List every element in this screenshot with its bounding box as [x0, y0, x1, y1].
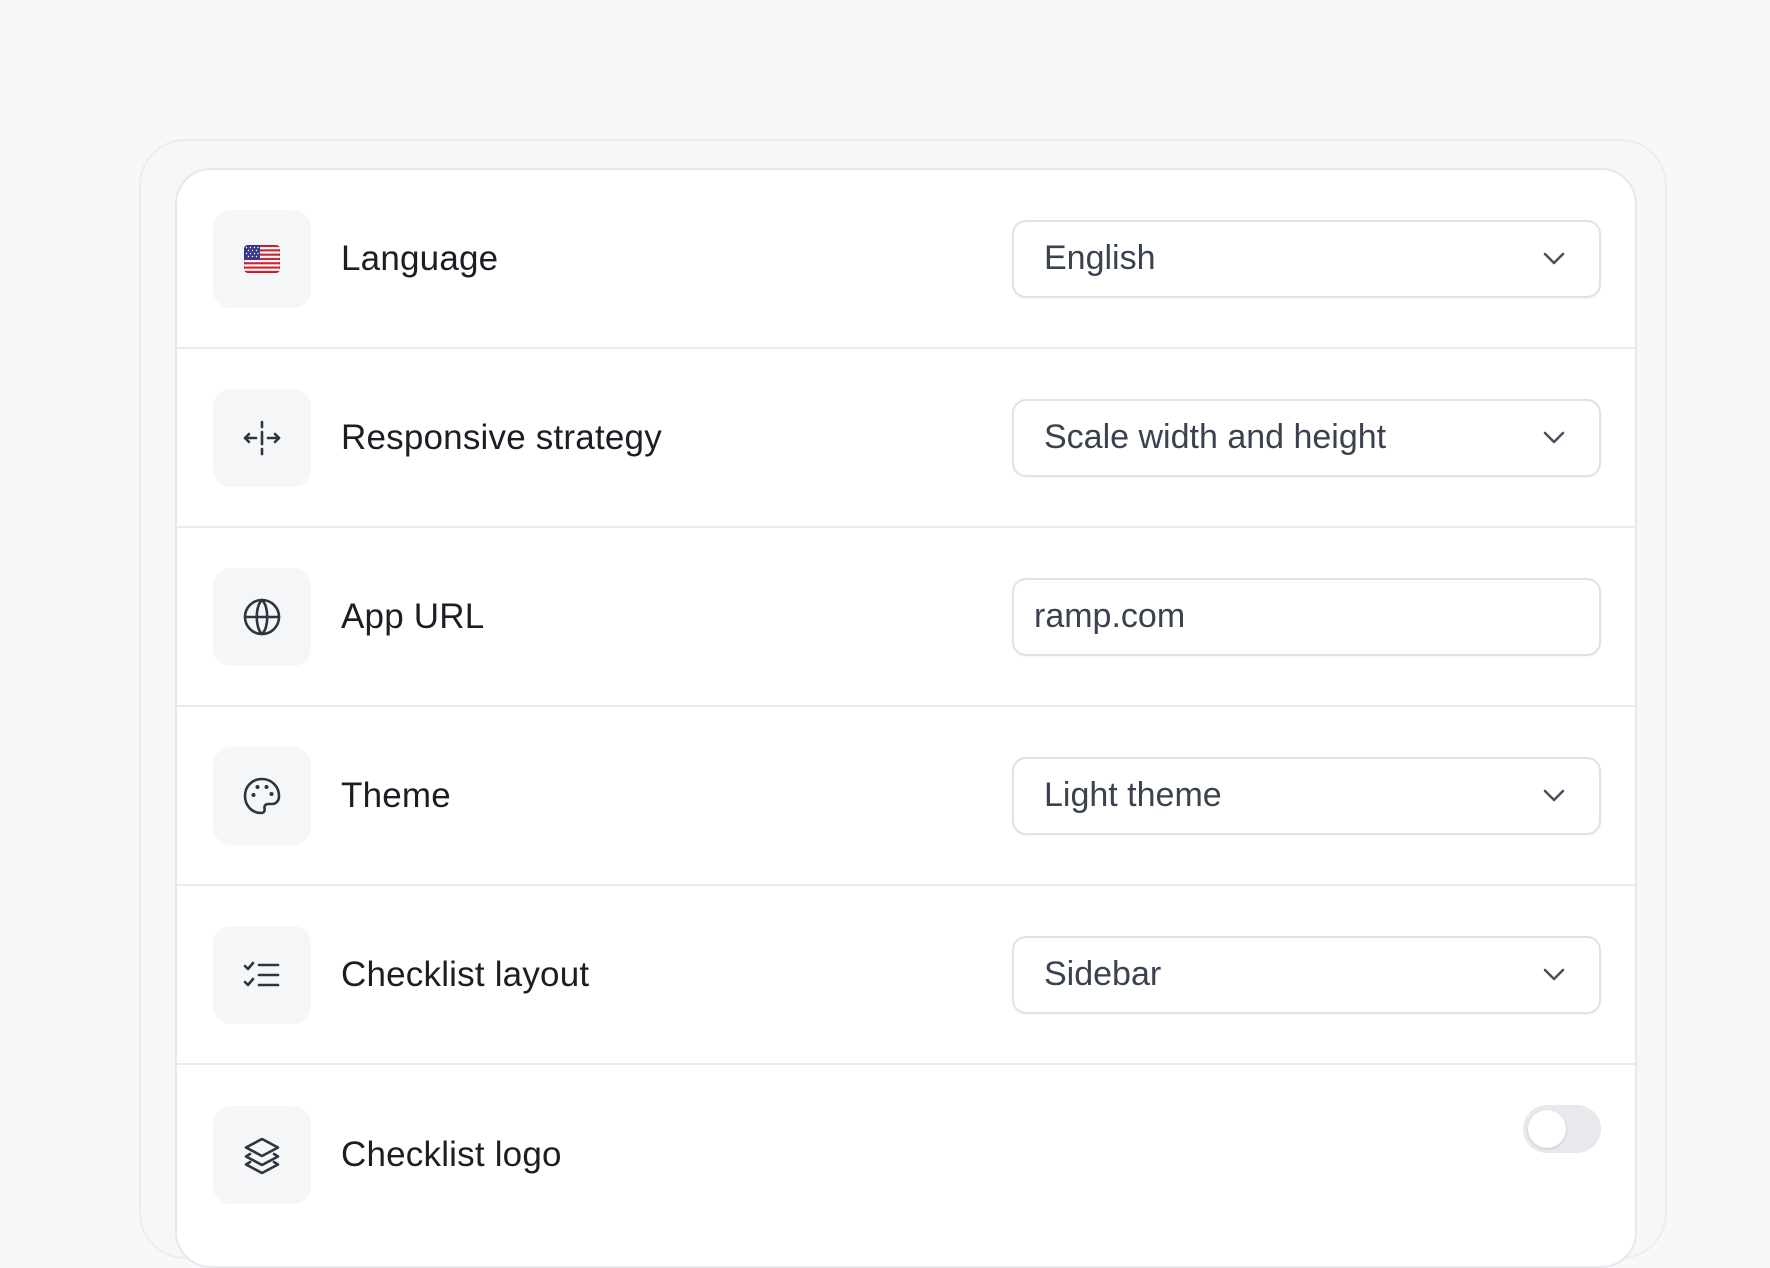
setting-row-checklist-logo: Checklist logo: [177, 1065, 1635, 1244]
palette-icon: [213, 746, 311, 845]
us-flag-icon: [213, 209, 311, 308]
setting-row-responsive-strategy: Responsive strategy Scale width and heig…: [177, 349, 1635, 528]
chevron-down-icon: [1543, 431, 1565, 443]
theme-select-value: Light theme: [1044, 776, 1222, 814]
responsive-strategy-select[interactable]: Scale width and height: [1012, 398, 1601, 477]
resize-arrows-icon: [213, 388, 311, 487]
responsive-strategy-label: Responsive strategy: [341, 417, 662, 457]
theme-select[interactable]: Light theme: [1012, 756, 1601, 835]
language-select[interactable]: English: [1012, 219, 1601, 298]
toggle-knob: [1528, 1110, 1566, 1148]
settings-panel: Language English Responsive strategy Sca…: [175, 168, 1637, 1268]
setting-row-checklist-layout: Checklist layout Sidebar: [177, 886, 1635, 1065]
checklist-layout-select[interactable]: Sidebar: [1012, 935, 1601, 1014]
checklist-layout-select-value: Sidebar: [1044, 955, 1162, 993]
app-url-input[interactable]: [1034, 597, 1565, 636]
app-url-label: App URL: [341, 596, 485, 636]
theme-label: Theme: [341, 775, 451, 815]
responsive-strategy-select-value: Scale width and height: [1044, 418, 1387, 456]
language-label: Language: [341, 238, 499, 278]
chevron-down-icon: [1543, 252, 1565, 264]
checklist-layout-label: Checklist layout: [341, 954, 590, 994]
setting-row-language: Language English: [177, 170, 1635, 349]
layers-icon: [213, 1105, 311, 1204]
language-select-value: English: [1044, 239, 1156, 277]
app-url-field[interactable]: [1012, 577, 1601, 656]
setting-row-theme: Theme Light theme: [177, 707, 1635, 886]
checklist-logo-label: Checklist logo: [341, 1134, 562, 1174]
setting-row-app-url: App URL: [177, 528, 1635, 707]
checklist-icon: [213, 925, 311, 1024]
chevron-down-icon: [1543, 789, 1565, 801]
checklist-logo-toggle[interactable]: [1523, 1105, 1601, 1153]
chevron-down-icon: [1543, 968, 1565, 980]
globe-icon: [213, 567, 311, 666]
